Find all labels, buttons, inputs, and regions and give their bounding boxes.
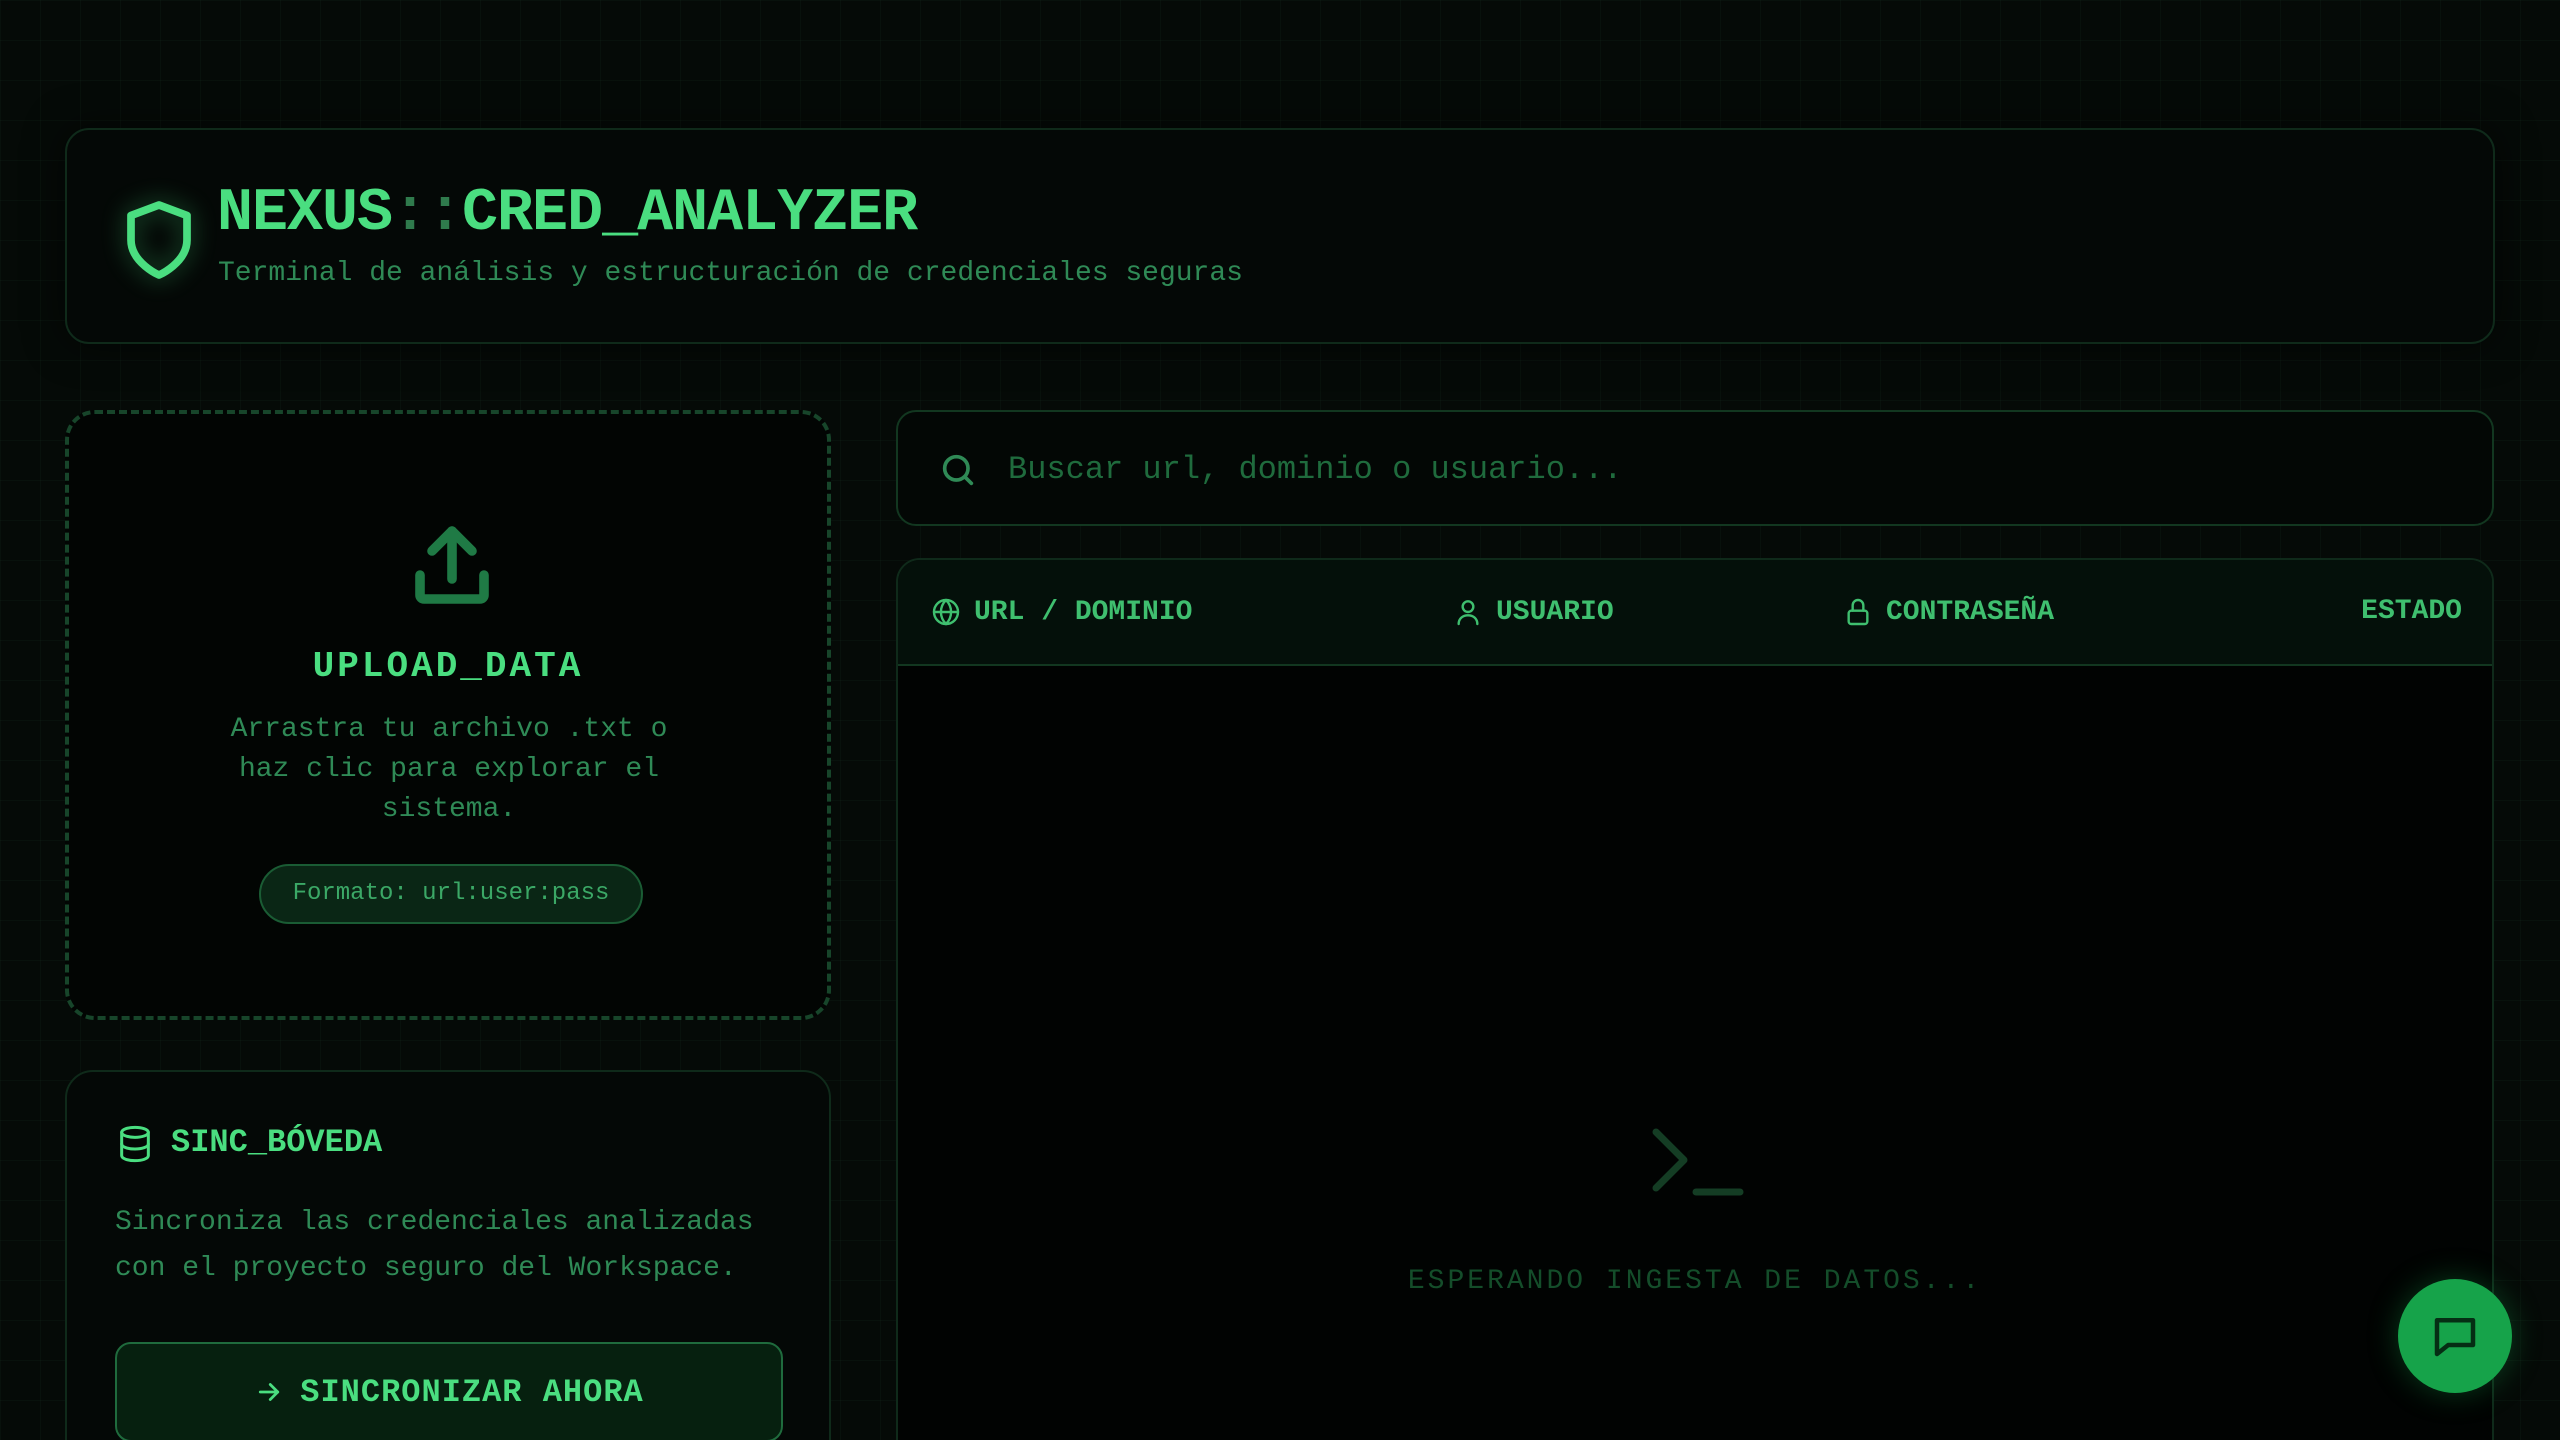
app-subtitle: Terminal de análisis y estructuración de… xyxy=(218,258,1243,289)
vault-sync-panel: SINC_BÓVEDA Sincroniza las credenciales … xyxy=(65,1070,831,1440)
terminal-icon xyxy=(1652,1128,1744,1196)
column-header-status[interactable]: ESTADO xyxy=(2361,596,2462,627)
column-label-status: ESTADO xyxy=(2361,596,2462,627)
column-label-url: URL / DOMINIO xyxy=(974,596,1193,628)
upload-title: UPLOAD_DATA xyxy=(312,646,584,687)
user-icon xyxy=(1457,600,1479,626)
empty-state-message: ESPERANDO INGESTA DE DATOS... xyxy=(1407,1266,1983,1297)
sync-title: SINC_BÓVEDA xyxy=(171,1124,383,1161)
title-suffix: CRED_ANALYZER xyxy=(462,180,918,248)
search-bar xyxy=(896,410,2494,526)
arrow-right-icon xyxy=(259,1383,280,1401)
chat-button[interactable] xyxy=(2398,1279,2512,1393)
sync-description: Sincroniza las credenciales analizadas c… xyxy=(115,1207,754,1284)
table-header: URL / DOMINIO USUARIO CONTRASEÑA ESTADO xyxy=(898,560,2492,666)
title-separator: :: xyxy=(392,180,463,248)
column-header-password[interactable]: CONTRASEÑA xyxy=(1842,596,2054,628)
search-input[interactable] xyxy=(1008,436,2448,502)
lock-icon xyxy=(1847,598,1869,626)
title-prefix: NEXUS xyxy=(217,180,393,248)
app-header: NEXUS::CRED_ANALYZER Terminal de análisi… xyxy=(65,128,2495,344)
upload-dropzone[interactable]: UPLOAD_DATA Arrastra tu archivo .txt o h… xyxy=(65,410,831,1020)
upload-icon xyxy=(415,526,489,604)
chat-icon xyxy=(2434,1318,2476,1357)
sync-now-button[interactable]: SINCRONIZAR AHORA xyxy=(115,1342,783,1440)
column-header-url[interactable]: URL / DOMINIO xyxy=(930,596,1192,628)
column-label-password: CONTRASEÑA xyxy=(1886,596,2055,628)
app-title: NEXUS::CRED_ANALYZER xyxy=(217,180,918,248)
sync-button-label: SINCRONIZAR AHORA xyxy=(300,1373,644,1411)
column-header-user[interactable]: USUARIO xyxy=(1452,596,1614,628)
upload-description: Arrastra tu archivo .txt o haz clic para… xyxy=(230,714,668,825)
shield-icon xyxy=(127,201,191,279)
column-label-user: USUARIO xyxy=(1496,596,1614,628)
globe-icon xyxy=(932,598,960,626)
credentials-table: URL / DOMINIO USUARIO CONTRASEÑA ESTADO … xyxy=(896,558,2494,1440)
format-badge: Formato: url:user:pass xyxy=(259,864,643,924)
search-icon xyxy=(942,454,974,486)
database-icon xyxy=(120,1125,150,1163)
